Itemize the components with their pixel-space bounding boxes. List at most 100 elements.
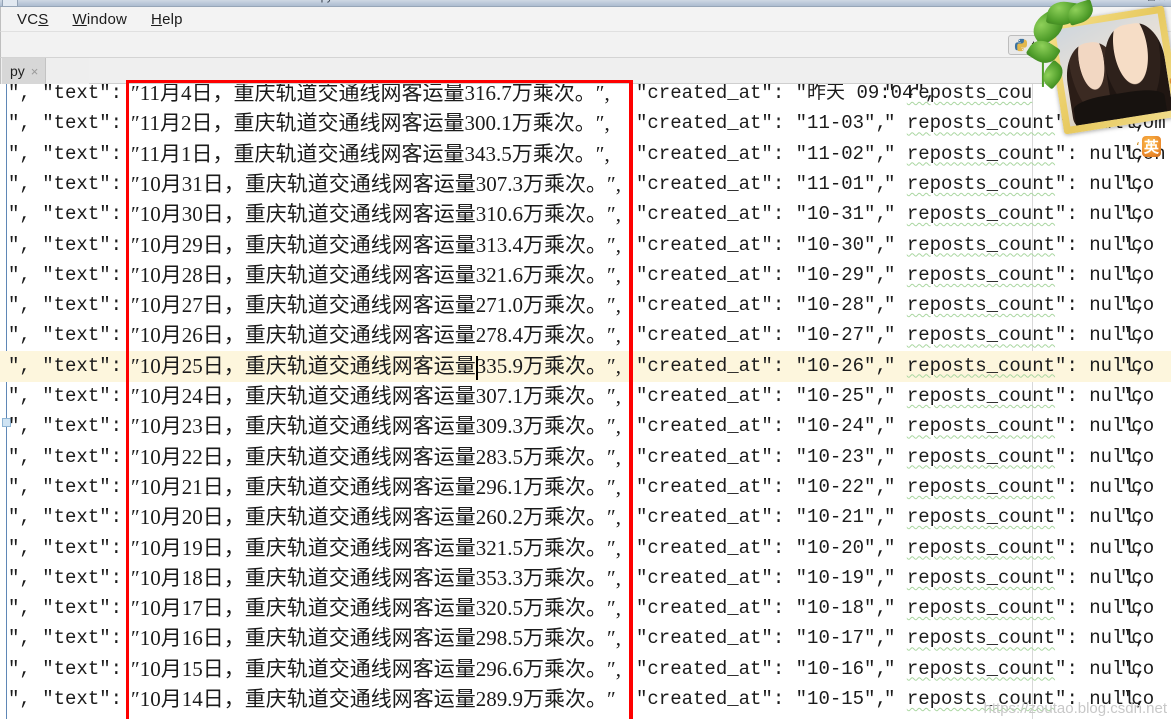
json-value-created-at: ″10-19″,	[784, 566, 887, 589]
json-quote: ″	[884, 627, 907, 650]
json-key-reposts-count: reposts_count	[906, 112, 1056, 135]
ime-language-badge: 英	[1141, 136, 1161, 157]
desktop-photo-widget[interactable]: ⤷	[1025, 0, 1171, 135]
window-controls[interactable]: ─ □ ✕	[1137, 0, 1167, 4]
json-key-comments-truncated: ″co	[1120, 536, 1155, 559]
json-key-created-at: ″created_at″:	[636, 203, 785, 226]
code-line[interactable]: ″, ″text″: ″10月28日，重庆轨道交通线网客运量321.6万乘次。″,…	[0, 260, 1171, 291]
json-key-comments-truncated: ″co	[1120, 415, 1155, 438]
code-line[interactable]: ″, ″text″: ″10月19日，重庆轨道交通线网客运量321.5万乘次。″,…	[0, 533, 1171, 564]
json-key-reposts-count: reposts_count	[906, 385, 1056, 407]
close-icon[interactable]: ×	[31, 65, 39, 78]
json-reposts-count-pair: ″ reposts_count″: null,	[884, 623, 1146, 654]
code-line[interactable]: ″, ″text″: ″11月1日，重庆轨道交通线网客运量343.5万乘次。″, ″…	[0, 139, 1171, 170]
json-quote: ″	[884, 142, 907, 165]
menu-help[interactable]: Help	[149, 10, 185, 29]
menu-window[interactable]: Window	[70, 10, 129, 29]
ide-window: test.py ─ □ ✕ VCS Window Help test( py ×…	[0, 0, 1171, 719]
json-value-created-at: ″10-16″,	[784, 657, 887, 680]
photo-frame	[1046, 5, 1171, 135]
json-key-reposts-count: reposts_count	[906, 354, 1056, 377]
code-line[interactable]: ″, ″text″: ″10月20日，重庆轨道交通线网客运量260.2万乘次。″,…	[0, 502, 1171, 533]
code-line[interactable]: ″, ″text″: ″10月22日，重庆轨道交通线网客运量283.5万乘次。″,…	[0, 442, 1171, 473]
ime-indicator[interactable]: ‘ 英	[1136, 136, 1161, 157]
json-key-created-at: ″created_at″:	[636, 506, 785, 529]
json-key-text: ″, ″text″:	[8, 385, 123, 407]
json-key-created-at: ″created_at″:	[636, 354, 785, 377]
json-reposts-count-pair: ″ reposts_count″: null,	[884, 320, 1146, 351]
json-created-at-pair: ″created_at″: ″11-03″,	[636, 108, 887, 139]
json-quote: ″	[884, 84, 907, 104]
json-value-created-at: ″10-17″,	[784, 627, 887, 650]
json-reposts-count-pair: ″ reposts_count″: null,	[884, 411, 1146, 442]
json-value-text: ″10月23日，重庆轨道交通线网客运量309.3万乘次。″,	[131, 414, 621, 439]
code-line[interactable]: ″, ″text″: ″11月2日，重庆轨道交通线网客运量300.1万乘次。″, ″…	[0, 108, 1171, 139]
json-value-created-at: ″10-29″,	[784, 263, 887, 286]
json-key-comments-truncated: ″co	[1120, 263, 1155, 286]
code-line[interactable]: ″, ″text″: ″10月31日，重庆轨道交通线网客运量307.3万乘次。″,…	[0, 169, 1171, 200]
code-line[interactable]: ″, ″text″: ″10月27日，重庆轨道交通线网客运量271.0万乘次。″,…	[0, 290, 1171, 321]
json-value-text: ″10月26日，重庆轨道交通线网客运量278.4万乘次。″,	[131, 323, 621, 348]
json-quote: ″	[884, 385, 907, 407]
json-quote: ″	[884, 112, 907, 135]
json-value-created-at: ″11-01″,	[784, 172, 887, 195]
code-line[interactable]: ″, ″text″: ″11月4日，重庆轨道交通线网客运量316.7万乘次。″, ″…	[0, 84, 1171, 109]
json-key-text: ″, ″text″:	[8, 627, 123, 650]
json-value-text: ″10月17日，重庆轨道交通线网客运量320.5万乘次。″,	[131, 596, 621, 621]
json-value-text: ″10月20日，重庆轨道交通线网客运量260.2万乘次。″,	[131, 505, 621, 530]
json-key-created-at: ″created_at″:	[636, 597, 785, 620]
tab-test-py[interactable]: py ×	[2, 58, 46, 84]
json-key-comments-truncated: ″co	[1120, 566, 1155, 589]
json-reposts-count-pair: ″ reposts_count″: null,	[884, 472, 1146, 503]
json-quote: ″	[884, 203, 907, 226]
json-value-text: ″10月24日，重庆轨道交通线网客运量307.1万乘次。″,	[131, 384, 621, 408]
menubar: VCS Window Help	[0, 7, 1171, 32]
json-value-created-at: ″10-28″,	[784, 294, 887, 317]
json-key-text: ″, ″text″:	[8, 142, 123, 165]
json-reposts-count-pair: ″ reposts_count″: null,	[884, 442, 1146, 473]
code-lines-container: ″, ″text″: ″11月4日，重庆轨道交通线网客运量316.7万乘次。″, ″…	[0, 84, 1171, 719]
json-value-text: ″10月21日，重庆轨道交通线网客运量296.1万乘次。″,	[131, 474, 621, 499]
code-line[interactable]: ″, ″text″: ″10月29日，重庆轨道交通线网客运量313.4万乘次。″,…	[0, 230, 1171, 261]
json-key-comments-truncated: ″co	[1120, 172, 1155, 195]
json-key-reposts-count: reposts_count	[906, 203, 1056, 226]
json-key-created-at: ″created_at″:	[636, 112, 785, 135]
json-created-at-pair: ″created_at″: ″10-25″,	[636, 381, 887, 412]
code-line[interactable]: ″, ″text″: ″10月23日，重庆轨道交通线网客运量309.3万乘次。″,…	[0, 411, 1171, 442]
code-line[interactable]: ″, ″text″: ″10月30日，重庆轨道交通线网客运量310.6万乘次。″,…	[0, 199, 1171, 230]
code-line[interactable]: ″, ″text″: ″10月25日，重庆轨道交通线网客运量335.9万乘次。″,…	[0, 350, 1171, 382]
json-reposts-count-pair: ″ reposts_count″: null,	[884, 563, 1146, 594]
json-key-created-at: ″created_at″:	[636, 172, 785, 195]
code-line[interactable]: ″, ″text″: ″10月16日，重庆轨道交通线网客运量298.5万乘次。″,…	[0, 623, 1171, 654]
code-line[interactable]: ″, ″text″: ″10月24日，重庆轨道交通线网客运量307.1万乘次。″,…	[0, 381, 1171, 412]
code-line[interactable]: ″, ″text″: ″10月18日，重庆轨道交通线网客运量353.3万乘次。″,…	[0, 563, 1171, 594]
json-key-text: ″, ″text″:	[8, 233, 123, 256]
json-value-text: ″10月16日，重庆轨道交通线网客运量298.5万乘次。″,	[131, 626, 621, 651]
code-line[interactable]: ″, ″text″: ″10月15日，重庆轨道交通线网客运量296.6万乘次。″,…	[0, 654, 1171, 685]
json-reposts-count-pair: ″ reposts_count″: null,	[884, 381, 1146, 412]
json-value-created-at: ″10-22″,	[784, 475, 887, 498]
code-line[interactable]: ″, ″text″: ″10月17日，重庆轨道交通线网客运量320.5万乘次。″,…	[0, 593, 1171, 624]
json-key-reposts-count: reposts_count	[906, 415, 1056, 438]
json-key-reposts-count: reposts_count	[906, 324, 1056, 347]
json-value-created-at: ″10-27″,	[784, 324, 887, 347]
json-key-text: ″, ″text″:	[8, 536, 123, 559]
json-reposts-count-pair: ″ reposts_count″: null,	[884, 169, 1146, 200]
json-value-text: ″10月30日，重庆轨道交通线网客运量310.6万乘次。″,	[131, 202, 621, 227]
code-line[interactable]: ″, ″text″: ″10月21日，重庆轨道交通线网客运量296.1万乘次。″,…	[0, 472, 1171, 503]
json-key-text: ″, ″text″:	[8, 506, 123, 529]
json-value-text: ″10月18日，重庆轨道交通线网客运量353.3万乘次。″,	[131, 565, 621, 590]
menu-vcs[interactable]: VCS	[15, 10, 50, 29]
json-value-text: ″10月14日，重庆轨道交通线网客运量289.9万乘次。″	[131, 687, 616, 711]
code-editor[interactable]: ″, ″text″: ″11月4日，重庆轨道交通线网客运量316.7万乘次。″, ″…	[0, 84, 1171, 719]
code-line[interactable]: ″, ″text″: ″10月14日，重庆轨道交通线网客运量289.9万乘次。″ ″…	[0, 684, 1171, 715]
json-value-text: ″11月2日，重庆轨道交通线网客运量300.1万乘次。″,	[131, 111, 610, 136]
json-key-text: ″, ″text″:	[8, 597, 123, 620]
json-reposts-count-pair: ″ reposts_count″: null,	[884, 139, 1146, 170]
code-line[interactable]: ″, ″text″: ″10月26日，重庆轨道交通线网客运量278.4万乘次。″,…	[0, 320, 1171, 351]
json-key-created-at: ″created_at″:	[636, 688, 785, 710]
json-quote: ″	[884, 688, 907, 710]
json-key-text: ″, ″text″:	[8, 172, 123, 195]
json-quote: ″	[884, 354, 907, 377]
json-created-at-pair: ″created_at″: ″10-16″,	[636, 654, 887, 685]
